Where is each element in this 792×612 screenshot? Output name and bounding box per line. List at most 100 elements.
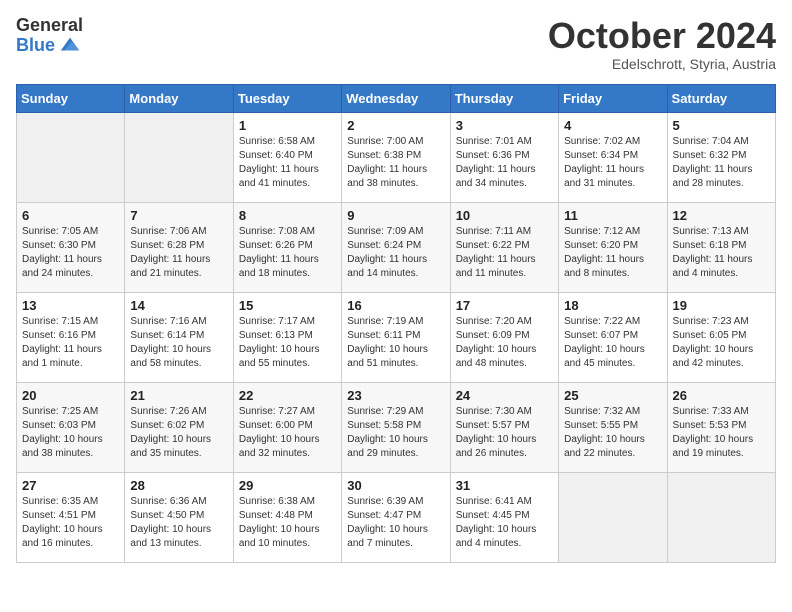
weekday-header-friday: Friday <box>559 84 667 112</box>
calendar-cell: 28 Sunrise: 6:36 AMSunset: 4:50 PMDayligh… <box>125 472 233 562</box>
calendar-cell: 13Sunrise: 7:15 AMSunset: 6:16 PMDayligh… <box>17 292 125 382</box>
location-subtitle: Edelschrott, Styria, Austria <box>548 56 776 72</box>
day-detail: Sunrise: 7:26 AMSunset: 6:02 PMDaylight:… <box>130 405 227 461</box>
weekday-header-saturday: Saturday <box>667 84 775 112</box>
day-detail: Sunrise: 7:12 AMSunset: 6:20 PMDaylight:… <box>564 225 661 281</box>
logo-icon <box>59 34 81 56</box>
day-number: 5 <box>673 118 770 133</box>
day-detail: Sunrise: 7:15 AMSunset: 6:16 PMDaylight:… <box>22 315 119 371</box>
day-detail: Sunrise: 7:29 AMSunset: 5:58 PMDaylight:… <box>347 405 444 461</box>
day-number: 11 <box>564 208 661 223</box>
calendar-cell: 6 Sunrise: 7:05 AMSunset: 6:30 PMDaylight… <box>17 202 125 292</box>
calendar-cell: 12 Sunrise: 7:13 AMSunset: 6:18 PMDayligh… <box>667 202 775 292</box>
day-detail: Sunrise: 7:13 AMSunset: 6:18 PMDaylight:… <box>673 225 770 281</box>
calendar-week-row: 27 Sunrise: 6:35 AMSunset: 4:51 PMDayligh… <box>17 472 776 562</box>
day-detail: Sunrise: 7:00 AMSunset: 6:38 PMDaylight:… <box>347 135 444 191</box>
calendar-cell: 22Sunrise: 7:27 AMSunset: 6:00 PMDayligh… <box>233 382 341 472</box>
weekday-header-wednesday: Wednesday <box>342 84 450 112</box>
day-number: 3 <box>456 118 553 133</box>
day-detail: Sunrise: 7:05 AMSunset: 6:30 PMDaylight:… <box>22 225 119 281</box>
calendar-cell: 7Sunrise: 7:06 AMSunset: 6:28 PMDaylight… <box>125 202 233 292</box>
day-number: 21 <box>130 388 227 403</box>
day-number: 16 <box>347 298 444 313</box>
logo-blue: Blue <box>16 36 55 54</box>
day-number: 7 <box>130 208 227 223</box>
calendar-cell: 3 Sunrise: 7:01 AMSunset: 6:36 PMDaylight… <box>450 112 558 202</box>
day-detail: Sunrise: 7:27 AMSunset: 6:00 PMDaylight:… <box>239 405 336 461</box>
day-detail: Sunrise: 7:09 AMSunset: 6:24 PMDaylight:… <box>347 225 444 281</box>
day-number: 17 <box>456 298 553 313</box>
day-detail: Sunrise: 7:19 AMSunset: 6:11 PMDaylight:… <box>347 315 444 371</box>
day-number: 25 <box>564 388 661 403</box>
calendar-cell: 14Sunrise: 7:16 AMSunset: 6:14 PMDayligh… <box>125 292 233 382</box>
day-number: 20 <box>22 388 119 403</box>
day-number: 12 <box>673 208 770 223</box>
calendar-cell: 5 Sunrise: 7:04 AMSunset: 6:32 PMDaylight… <box>667 112 775 202</box>
calendar-week-row: 13Sunrise: 7:15 AMSunset: 6:16 PMDayligh… <box>17 292 776 382</box>
weekday-header-sunday: Sunday <box>17 84 125 112</box>
weekday-header-tuesday: Tuesday <box>233 84 341 112</box>
day-number: 31 <box>456 478 553 493</box>
day-number: 2 <box>347 118 444 133</box>
calendar-cell: 25 Sunrise: 7:32 AMSunset: 5:55 PMDayligh… <box>559 382 667 472</box>
day-detail: Sunrise: 6:58 AMSunset: 6:40 PMDaylight:… <box>239 135 336 191</box>
calendar-cell: 2 Sunrise: 7:00 AMSunset: 6:38 PMDaylight… <box>342 112 450 202</box>
day-detail: Sunrise: 7:04 AMSunset: 6:32 PMDaylight:… <box>673 135 770 191</box>
calendar-cell <box>559 472 667 562</box>
title-area: October 2024 Edelschrott, Styria, Austri… <box>548 16 776 72</box>
day-number: 26 <box>673 388 770 403</box>
calendar-cell <box>667 472 775 562</box>
logo-general: General <box>16 16 83 34</box>
day-number: 23 <box>347 388 444 403</box>
day-number: 4 <box>564 118 661 133</box>
day-detail: Sunrise: 7:01 AMSunset: 6:36 PMDaylight:… <box>456 135 553 191</box>
page-header: General Blue October 2024 Edelschrott, S… <box>16 16 776 72</box>
calendar-week-row: 1 Sunrise: 6:58 AMSunset: 6:40 PMDaylight… <box>17 112 776 202</box>
weekday-header-monday: Monday <box>125 84 233 112</box>
calendar-cell: 23 Sunrise: 7:29 AMSunset: 5:58 PMDayligh… <box>342 382 450 472</box>
day-number: 15 <box>239 298 336 313</box>
day-detail: Sunrise: 7:16 AMSunset: 6:14 PMDaylight:… <box>130 315 227 371</box>
day-number: 1 <box>239 118 336 133</box>
day-number: 27 <box>22 478 119 493</box>
calendar-cell: 19Sunrise: 7:23 AMSunset: 6:05 PMDayligh… <box>667 292 775 382</box>
calendar-cell: 8 Sunrise: 7:08 AMSunset: 6:26 PMDaylight… <box>233 202 341 292</box>
calendar-cell: 15 Sunrise: 7:17 AMSunset: 6:13 PMDayligh… <box>233 292 341 382</box>
calendar-cell: 29Sunrise: 6:38 AMSunset: 4:48 PMDayligh… <box>233 472 341 562</box>
day-detail: Sunrise: 7:20 AMSunset: 6:09 PMDaylight:… <box>456 315 553 371</box>
day-detail: Sunrise: 6:35 AMSunset: 4:51 PMDaylight:… <box>22 495 119 551</box>
calendar-cell: 26 Sunrise: 7:33 AMSunset: 5:53 PMDayligh… <box>667 382 775 472</box>
day-detail: Sunrise: 7:17 AMSunset: 6:13 PMDaylight:… <box>239 315 336 371</box>
day-number: 8 <box>239 208 336 223</box>
calendar-cell: 9 Sunrise: 7:09 AMSunset: 6:24 PMDaylight… <box>342 202 450 292</box>
day-number: 10 <box>456 208 553 223</box>
day-number: 9 <box>347 208 444 223</box>
calendar-cell: 30 Sunrise: 6:39 AMSunset: 4:47 PMDayligh… <box>342 472 450 562</box>
day-detail: Sunrise: 6:41 AMSunset: 4:45 PMDaylight:… <box>456 495 553 551</box>
day-detail: Sunrise: 6:39 AMSunset: 4:47 PMDaylight:… <box>347 495 444 551</box>
calendar-cell: 24Sunrise: 7:30 AMSunset: 5:57 PMDayligh… <box>450 382 558 472</box>
day-detail: Sunrise: 7:32 AMSunset: 5:55 PMDaylight:… <box>564 405 661 461</box>
calendar-cell: 18 Sunrise: 7:22 AMSunset: 6:07 PMDayligh… <box>559 292 667 382</box>
day-number: 6 <box>22 208 119 223</box>
day-detail: Sunrise: 6:36 AMSunset: 4:50 PMDaylight:… <box>130 495 227 551</box>
day-number: 30 <box>347 478 444 493</box>
calendar-cell <box>17 112 125 202</box>
calendar-cell: 17 Sunrise: 7:20 AMSunset: 6:09 PMDayligh… <box>450 292 558 382</box>
weekday-header-thursday: Thursday <box>450 84 558 112</box>
calendar-cell: 16 Sunrise: 7:19 AMSunset: 6:11 PMDayligh… <box>342 292 450 382</box>
day-number: 18 <box>564 298 661 313</box>
calendar-cell: 21 Sunrise: 7:26 AMSunset: 6:02 PMDayligh… <box>125 382 233 472</box>
day-detail: Sunrise: 7:25 AMSunset: 6:03 PMDaylight:… <box>22 405 119 461</box>
day-number: 24 <box>456 388 553 403</box>
calendar-cell <box>125 112 233 202</box>
calendar-cell: 20 Sunrise: 7:25 AMSunset: 6:03 PMDayligh… <box>17 382 125 472</box>
day-detail: Sunrise: 7:22 AMSunset: 6:07 PMDaylight:… <box>564 315 661 371</box>
day-detail: Sunrise: 6:38 AMSunset: 4:48 PMDaylight:… <box>239 495 336 551</box>
day-number: 28 <box>130 478 227 493</box>
calendar-cell: 10Sunrise: 7:11 AMSunset: 6:22 PMDayligh… <box>450 202 558 292</box>
day-detail: Sunrise: 7:23 AMSunset: 6:05 PMDaylight:… <box>673 315 770 371</box>
day-detail: Sunrise: 7:08 AMSunset: 6:26 PMDaylight:… <box>239 225 336 281</box>
day-detail: Sunrise: 7:33 AMSunset: 5:53 PMDaylight:… <box>673 405 770 461</box>
logo: General Blue <box>16 16 83 56</box>
